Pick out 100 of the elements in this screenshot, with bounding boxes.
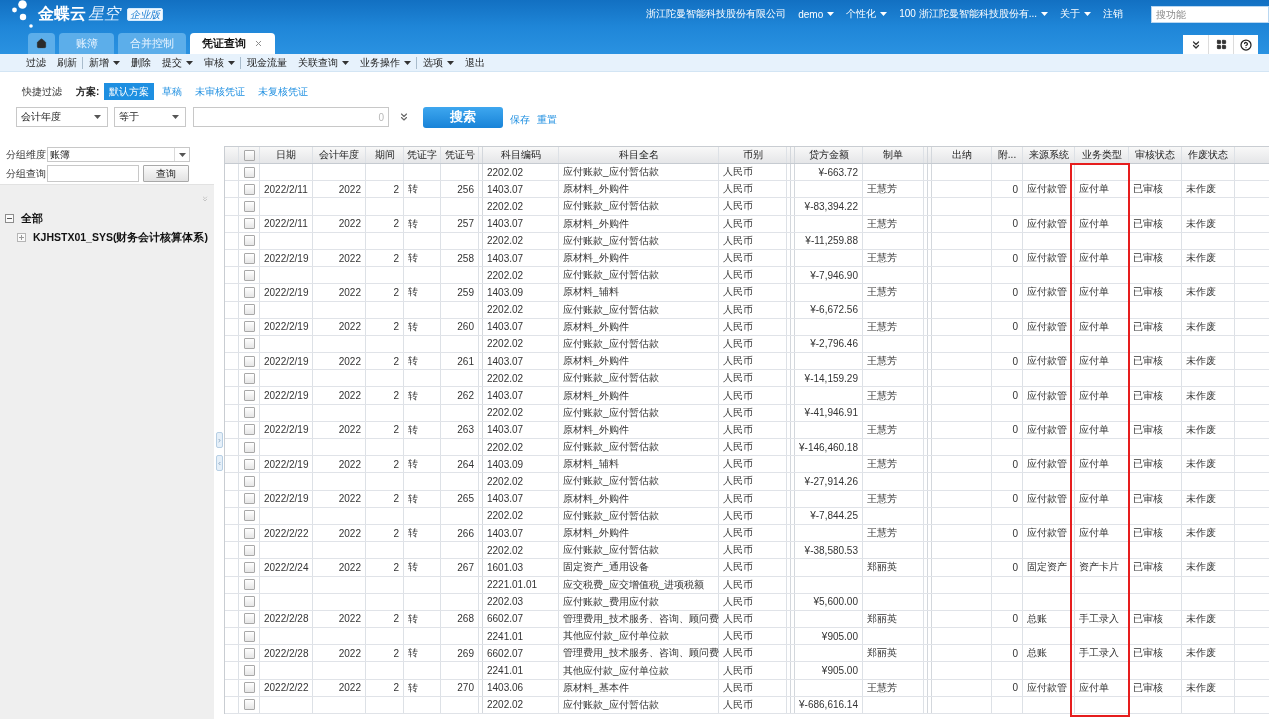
header-menu[interactable]: demo [798,8,835,20]
row-checkbox[interactable] [243,647,255,659]
row-checkbox[interactable] [243,200,255,212]
row-checkbox[interactable] [243,630,255,642]
row-checkbox[interactable] [243,252,255,264]
table-cell: 应付账款_应付暂估款 [559,696,719,713]
table-cell: 2022/2/22 [260,679,313,696]
column-header: 制单 [863,147,924,163]
field-select[interactable]: 会计年度 [16,107,108,127]
operator-select[interactable]: 等于 [114,107,186,127]
table-cell: ¥-686,616.14 [795,696,863,713]
table-cell: 2 [366,284,404,301]
table-cell: 2022/2/19 [260,421,313,438]
row-checkbox[interactable] [243,458,255,470]
caret-icon [94,115,101,119]
row-checkbox[interactable] [243,321,255,333]
tree-item[interactable]: KJHSTX01_SYS(财务会计核算体系) [0,228,214,247]
table-cell: 2202.02 [483,473,559,490]
table-cell: 管理费用_技术服务、咨询、顾问费 [559,645,719,662]
table-cell: 2 [366,524,404,542]
table-cell: 2202.02 [483,507,559,524]
toolbar-button[interactable]: 审核 [204,55,235,70]
row-checkbox[interactable] [243,286,255,298]
row-checkbox[interactable] [243,544,255,556]
row-checkbox[interactable] [243,269,255,281]
table-cell: 2022/2/19 [260,249,313,267]
collapse-handle[interactable] [215,455,223,471]
toolbar-button[interactable]: 删除 [131,55,151,70]
toolbar-button[interactable]: 选项 [423,55,454,70]
row-checkbox[interactable] [243,493,255,505]
filter-link[interactable]: 重置 [537,113,557,127]
row-checkbox[interactable] [243,510,255,522]
table-cell: 其他应付款_应付单位款 [559,662,719,679]
row-checkbox[interactable] [243,441,255,453]
expand-handle[interactable] [215,432,223,448]
table-cell: 手工录入 [1075,610,1129,628]
row-checkbox[interactable] [243,613,255,625]
table-cell: 已审核 [1129,610,1182,628]
table-cell: ¥-83,394.22 [795,198,863,215]
toolbar-button[interactable]: 提交 [162,55,193,70]
scheme-tab[interactable]: 未审核凭证 [190,83,251,100]
row-checkbox[interactable] [243,475,255,487]
row-checkbox[interactable] [243,596,255,608]
scheme-tab[interactable]: 未复核凭证 [253,83,314,100]
row-checkbox[interactable] [243,682,255,694]
row-checkbox[interactable] [243,304,255,316]
collapse-icon[interactable] [5,214,14,223]
header-menu[interactable]: 注销 [1103,7,1123,21]
row-checkbox[interactable] [243,561,255,573]
table-cell: 应付单 [1075,318,1129,335]
header-menu[interactable]: 100 浙江陀曼智能科技股份有... [899,7,1048,21]
row-checkbox[interactable] [243,218,255,230]
sort-icon[interactable] [201,195,209,203]
table-cell: 人民币 [719,404,787,421]
table-cell: 人民币 [719,645,787,662]
table-cell: 原材料_外购件 [559,318,719,335]
row-checkbox[interactable] [243,235,255,247]
group-dimension-select[interactable]: 账簿 [47,147,190,162]
row-checkbox[interactable] [243,338,255,350]
toolbar-button[interactable]: 新增 [89,55,120,70]
toolbar-button[interactable]: 业务操作 [360,55,411,70]
filter-link[interactable]: 保存 [510,113,530,127]
toolbar-button[interactable]: 关联查询 [298,55,349,70]
table-cell: 应付单 [1075,249,1129,267]
close-icon[interactable] [254,39,263,48]
select-all-checkbox[interactable] [243,149,255,161]
table-cell: 转 [404,249,441,267]
group-query-field[interactable] [47,165,139,182]
row-checkbox[interactable] [243,407,255,419]
header-menu[interactable]: 关于 [1060,7,1091,21]
toolbar-button[interactable]: 刷新 [57,55,77,70]
header-menu[interactable]: 个性化 [846,7,888,21]
row-checkbox[interactable] [243,166,255,178]
row-checkbox[interactable] [243,372,255,384]
table-cell: 2241.01 [483,628,559,645]
search-field[interactable]: 搜功能 [1151,5,1269,23]
column-header: 附... [992,147,1023,163]
help-button[interactable] [1233,35,1258,54]
row-checkbox[interactable] [243,527,255,539]
double-chevron-icon[interactable] [398,111,410,123]
toolbar-button[interactable]: 现金流量 [247,55,287,70]
row-checkbox[interactable] [243,355,255,367]
table-cell: 257 [441,215,479,232]
row-checkbox[interactable] [243,665,255,677]
row-checkbox[interactable] [243,699,255,711]
row-checkbox[interactable] [243,390,255,402]
dots-logo-icon [11,0,33,28]
query-button[interactable]: 查询 [143,165,189,182]
scheme-tab[interactable]: 草稿 [157,83,188,100]
row-checkbox[interactable] [243,183,255,195]
tab[interactable]: 凭证查询 [190,33,275,54]
toolbar-button[interactable]: 退出 [465,55,485,70]
row-checkbox[interactable] [243,424,255,436]
row-checkbox[interactable] [243,579,255,591]
table-cell: 6602.07 [483,610,559,628]
expand-icon[interactable] [17,233,26,242]
home-tab[interactable] [28,33,55,54]
tree-item[interactable]: 全部 [0,209,214,228]
column-header: 科目全名 [559,147,719,163]
toolbar-button[interactable]: 过滤 [26,55,46,70]
